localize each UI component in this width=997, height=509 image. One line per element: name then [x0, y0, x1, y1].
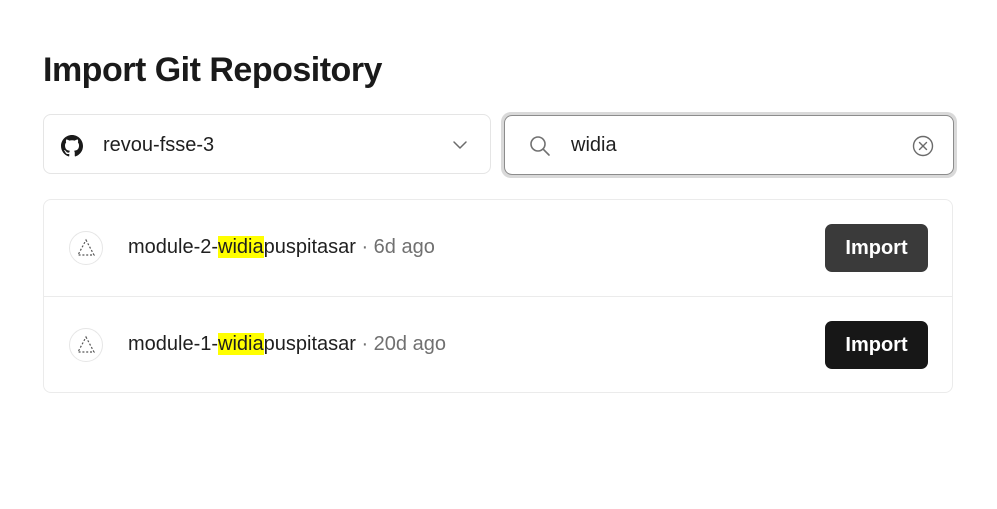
import-page: Import Git Repository revou-fsse-3 widia…	[0, 0, 997, 509]
repo-name: module-1-widiapuspitasar · 20d ago	[128, 332, 446, 356]
import-button[interactable]: Import	[825, 224, 928, 272]
git-scope-select[interactable]: revou-fsse-3	[43, 114, 491, 174]
repo-name-suffix: puspitasar	[263, 333, 356, 355]
search-focus-ring	[501, 112, 957, 178]
repo-name-prefix: module-1-	[128, 333, 219, 355]
repo-name-suffix: puspitasar	[263, 236, 356, 258]
repository-row: module-2-widiapuspitasar · 6d ago Import	[44, 200, 952, 297]
chevron-down-icon	[453, 141, 467, 149]
search-box	[504, 115, 954, 175]
vercel-triangle-icon	[77, 335, 95, 353]
repo-updated: · 20d ago	[355, 333, 446, 355]
repo-avatar	[69, 328, 103, 362]
page-title: Import Git Repository	[43, 51, 382, 89]
scope-label: revou-fsse-3	[103, 134, 215, 156]
search-input[interactable]	[571, 130, 891, 160]
import-button[interactable]: Import	[825, 321, 928, 369]
repo-avatar	[69, 231, 103, 265]
repo-name-match: widia	[218, 236, 264, 258]
repository-list: module-2-widiapuspitasar · 6d ago Import…	[43, 199, 953, 393]
repository-row: module-1-widiapuspitasar · 20d ago Impor…	[44, 297, 952, 393]
repo-updated: · 6d ago	[355, 236, 435, 258]
repo-name: module-2-widiapuspitasar · 6d ago	[128, 235, 435, 259]
search-icon	[530, 136, 550, 156]
clear-search-icon[interactable]	[911, 134, 935, 158]
vercel-triangle-icon	[77, 238, 95, 256]
repo-name-match: widia	[218, 333, 264, 355]
repo-name-prefix: module-2-	[128, 236, 219, 258]
github-icon	[61, 135, 83, 157]
